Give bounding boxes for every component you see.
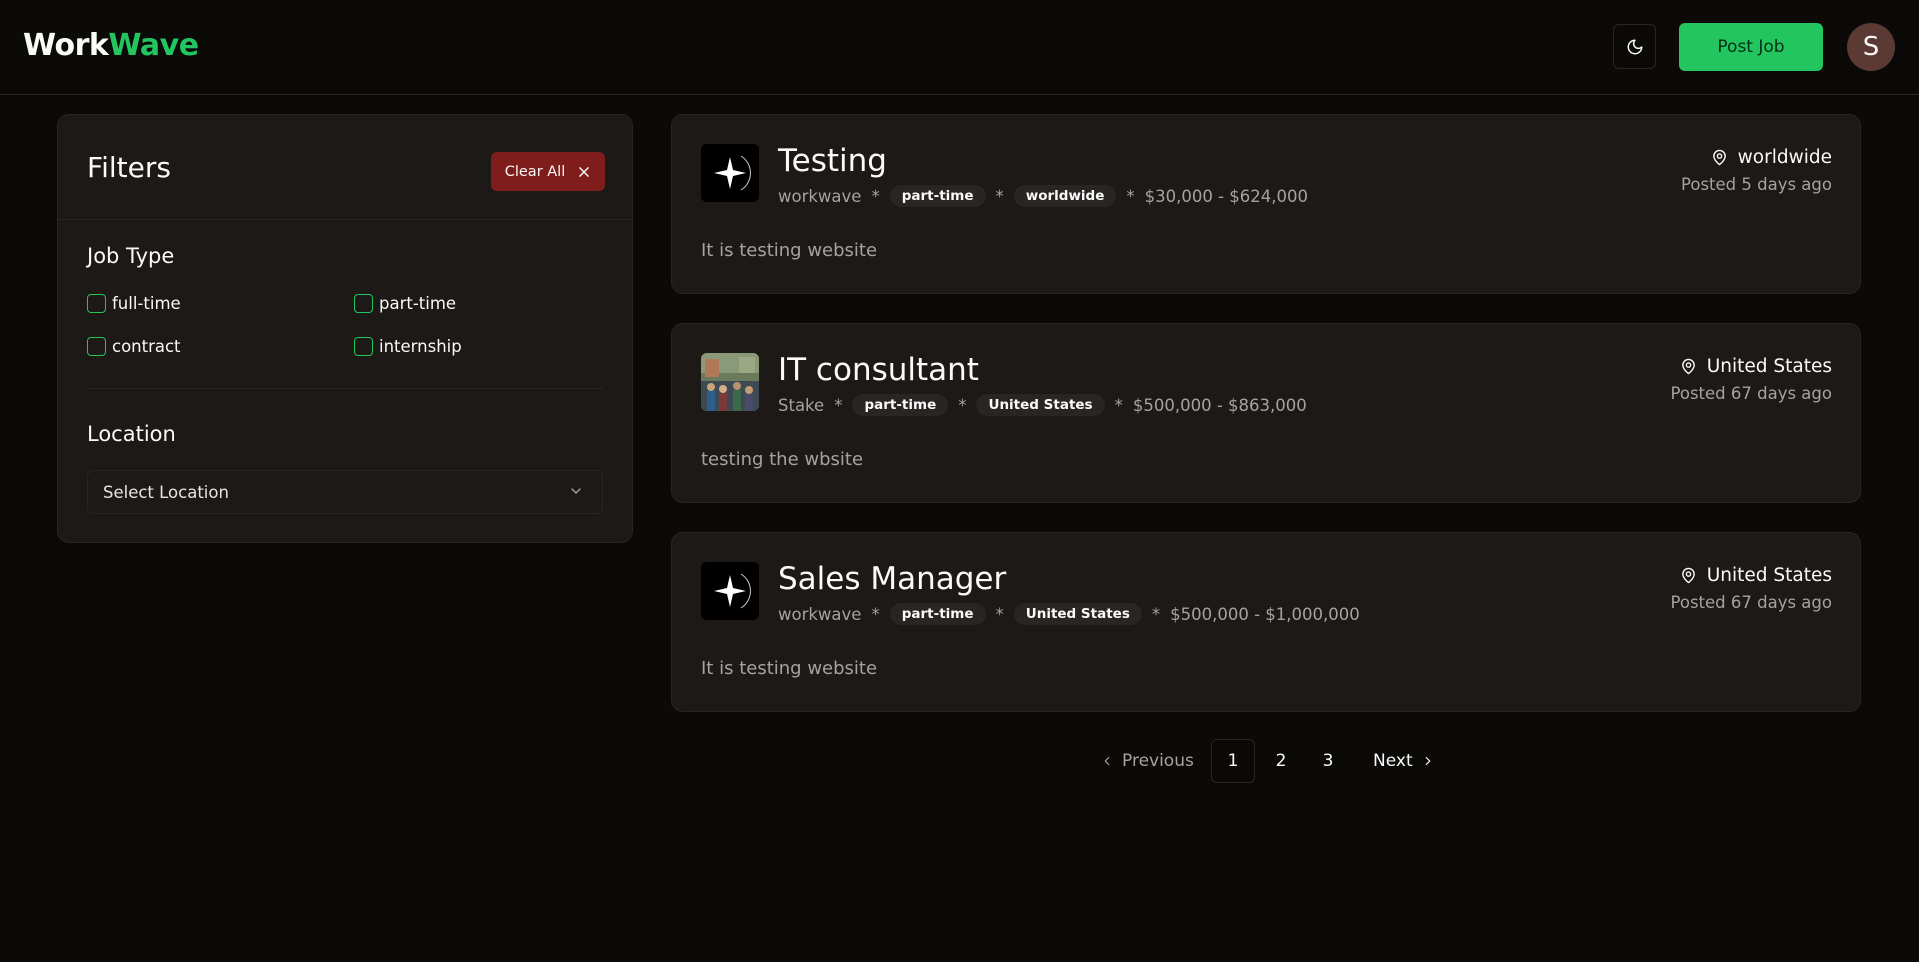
- app-logo[interactable]: WorkWave: [23, 28, 199, 63]
- previous-page-button[interactable]: Previous: [1100, 739, 1194, 783]
- posted-date: Posted 5 days ago: [1680, 175, 1832, 194]
- salary-range: $500,000 - $863,000: [1132, 395, 1307, 415]
- checkbox-label: contract: [112, 337, 181, 356]
- company-logo: [701, 144, 759, 202]
- page-1-button[interactable]: 1: [1211, 739, 1255, 783]
- next-page-button[interactable]: Next: [1373, 739, 1435, 783]
- filters-panel: Filters Clear All Job Type full-time par…: [57, 114, 633, 543]
- chevron-right-icon: [1425, 756, 1430, 766]
- company-name: Stake: [778, 395, 825, 415]
- top-header: WorkWave Post Job S: [0, 0, 1919, 95]
- job-meta: workwave * part-time * worldwide * $30,0…: [778, 185, 1308, 207]
- user-avatar[interactable]: S: [1847, 23, 1895, 71]
- job-location-text: worldwide: [1737, 147, 1832, 168]
- checkbox-label: internship: [379, 337, 462, 356]
- job-card[interactable]: Sales Manager workwave * part-time * Uni…: [671, 532, 1861, 712]
- job-title[interactable]: Testing: [778, 143, 887, 179]
- checkbox-internship[interactable]: internship: [354, 337, 462, 356]
- company-name: workwave: [778, 604, 862, 624]
- page-2-button[interactable]: 2: [1259, 739, 1303, 783]
- checkbox-full-time[interactable]: full-time: [87, 294, 181, 313]
- checkbox-box[interactable]: [354, 294, 373, 313]
- job-title[interactable]: Sales Manager: [778, 561, 1006, 597]
- filters-title: Filters: [87, 151, 171, 184]
- job-card[interactable]: IT consultant Stake * part-time * United…: [671, 323, 1861, 503]
- company-name: workwave: [778, 186, 862, 206]
- company-logo: [701, 353, 759, 411]
- job-type-tag: part-time: [852, 394, 949, 416]
- job-type-title: Job Type: [87, 244, 175, 268]
- job-title[interactable]: IT consultant: [778, 352, 979, 388]
- clear-all-button[interactable]: Clear All: [491, 152, 605, 191]
- checkbox-box[interactable]: [87, 337, 106, 356]
- moon-icon: [1627, 39, 1642, 54]
- map-pin-icon: [1681, 567, 1695, 584]
- location-tag: United States: [1013, 603, 1142, 625]
- location-title: Location: [87, 422, 176, 446]
- job-location-text: United States: [1706, 356, 1832, 377]
- sparkle-logo-icon: [701, 562, 759, 620]
- separator: *: [871, 186, 880, 206]
- sparkle-logo-icon: [701, 144, 759, 202]
- job-location: United States: [1680, 356, 1832, 377]
- separator: *: [995, 604, 1004, 624]
- checkbox-box[interactable]: [87, 294, 106, 313]
- separator: *: [1126, 186, 1135, 206]
- filters-header: Filters Clear All: [58, 115, 632, 220]
- checkbox-label: part-time: [379, 294, 457, 313]
- previous-label: Previous: [1122, 751, 1194, 771]
- company-logo: [701, 562, 759, 620]
- chevron-down-icon: [571, 488, 581, 494]
- separator: *: [1114, 395, 1123, 415]
- separator: *: [1151, 604, 1161, 624]
- salary-range: $500,000 - $1,000,000: [1170, 604, 1360, 624]
- close-icon: [579, 166, 590, 177]
- page-3-button[interactable]: 3: [1306, 739, 1350, 783]
- next-label: Next: [1373, 751, 1413, 771]
- chevron-left-icon: [1104, 756, 1110, 766]
- job-location: United States: [1680, 565, 1832, 586]
- separator: *: [834, 395, 843, 415]
- separator: *: [871, 604, 880, 624]
- job-meta: Stake * part-time * United States * $500…: [778, 394, 1307, 416]
- logo-wave: Wave: [108, 28, 199, 63]
- checkbox-part-time[interactable]: part-time: [354, 294, 456, 313]
- separator: *: [958, 395, 967, 415]
- checkbox-label: full-time: [112, 294, 181, 313]
- job-description: It is testing website: [701, 240, 878, 261]
- logo-work: Work: [23, 28, 109, 63]
- job-description: It is testing website: [701, 658, 878, 679]
- job-location-text: United States: [1706, 565, 1832, 586]
- job-type-tag: part-time: [889, 185, 986, 207]
- job-location: worldwide: [1711, 147, 1832, 168]
- filters-divider: [87, 388, 603, 389]
- clear-all-label: Clear All: [504, 163, 566, 180]
- job-type-tag: part-time: [889, 603, 986, 625]
- posted-date: Posted 67 days ago: [1670, 384, 1832, 403]
- job-meta: workwave * part-time * United States * $…: [778, 603, 1360, 625]
- location-tag: United States: [976, 394, 1105, 416]
- photo-logo-icon: [701, 353, 759, 411]
- separator: *: [995, 186, 1004, 206]
- checkbox-contract[interactable]: contract: [87, 337, 181, 356]
- posted-date: Posted 67 days ago: [1670, 593, 1832, 612]
- location-select-value: Select Location: [103, 482, 229, 502]
- post-job-button[interactable]: Post Job: [1679, 23, 1823, 71]
- checkbox-box[interactable]: [354, 337, 373, 356]
- location-select[interactable]: Select Location: [87, 470, 603, 514]
- location-tag: worldwide: [1013, 185, 1117, 207]
- theme-toggle-button[interactable]: [1613, 24, 1656, 69]
- salary-range: $30,000 - $624,000: [1144, 186, 1309, 206]
- job-card[interactable]: Testing workwave * part-time * worldwide…: [671, 114, 1861, 294]
- job-description: testing the wbsite: [701, 449, 864, 470]
- map-pin-icon: [1712, 149, 1726, 166]
- map-pin-icon: [1681, 358, 1695, 375]
